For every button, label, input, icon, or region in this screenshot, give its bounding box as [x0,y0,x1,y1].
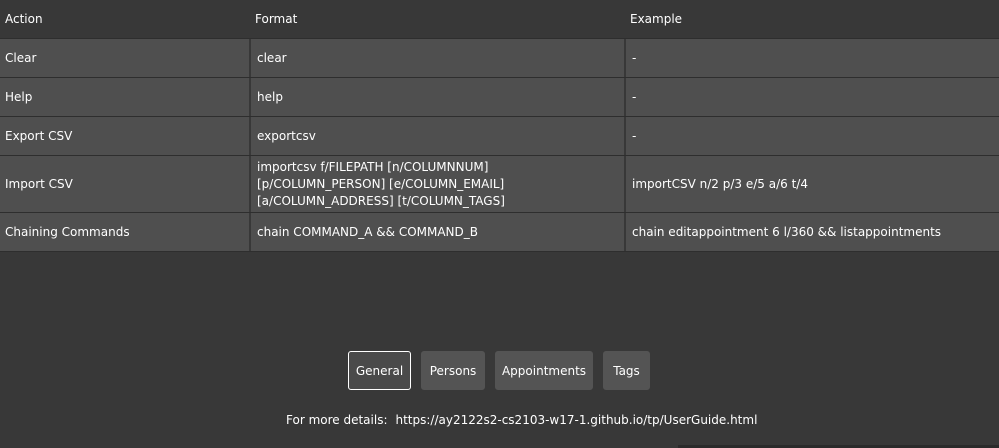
table-row[interactable]: Import CSV importcsv f/FILEPATH [n/COLUM… [0,156,999,213]
help-tab-bar: General Persons Appointments Tags [348,351,650,390]
table-row[interactable]: Chaining Commands chain COMMAND_A && COM… [0,213,999,252]
example-cell: - [624,78,999,116]
action-cell: Clear [5,50,37,65]
example-cell: importCSV n/2 p/3 e/5 a/6 t/4 [624,156,999,212]
example-cell: chain editappointment 6 l/360 && listapp… [624,213,999,251]
action-cell: Export CSV [5,128,73,143]
action-cell: Import CSV [5,176,73,191]
format-cell: importcsv f/FILEPATH [n/COLUMNNUM] [p/CO… [249,156,624,212]
action-cell: Help [5,89,33,104]
column-header-example[interactable]: Example [624,0,999,38]
table-row[interactable]: Help help - [0,78,999,117]
format-cell: clear [249,39,624,77]
column-header-format[interactable]: Format [249,0,624,38]
command-summary-table: Action Format Example Clear clear - Help… [0,0,999,252]
tab-general[interactable]: General [348,351,411,390]
format-cell: exportcsv [249,117,624,155]
table-header-row: Action Format Example [0,0,999,39]
action-cell: Chaining Commands [5,224,130,239]
user-guide-link[interactable]: https://ay2122s2-cs2103-w17-1.github.io/… [395,413,757,427]
table-row[interactable]: Export CSV exportcsv - [0,117,999,156]
example-cell: - [624,39,999,77]
tab-tags[interactable]: Tags [603,351,650,390]
details-footer: For more details: https://ay2122s2-cs2103… [286,413,757,427]
tab-persons[interactable]: Persons [421,351,485,390]
example-cell: - [624,117,999,155]
tab-appointments[interactable]: Appointments [495,351,593,390]
column-header-action[interactable]: Action [0,0,249,38]
details-label: For more details: [286,413,388,427]
format-cell: chain COMMAND_A && COMMAND_B [249,213,624,251]
format-cell: help [249,78,624,116]
table-row[interactable]: Clear clear - [0,39,999,78]
